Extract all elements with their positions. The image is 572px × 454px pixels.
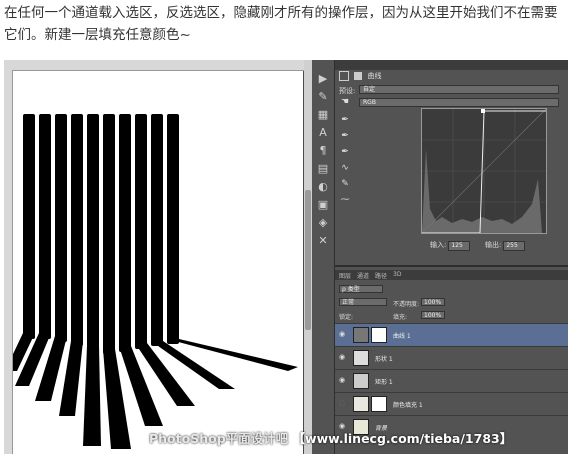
grid-icon[interactable]: ▦ (316, 108, 330, 122)
layer-row-shape[interactable]: ◉ 形状 1 (335, 346, 568, 369)
smooth-icon[interactable]: ⁓ (340, 195, 350, 205)
scrollbar-thumb[interactable] (305, 190, 311, 330)
properties-tab-bar (335, 60, 568, 70)
opacity-label: 不透明度: (393, 301, 420, 308)
eye-icon[interactable]: ◉ (339, 330, 347, 338)
kind-filter[interactable]: ρ 类型 (339, 285, 383, 293)
layers-tab-bar: 图层 通道 路径 3D (335, 270, 568, 280)
opacity-field[interactable]: 100% (421, 298, 445, 306)
layer-row-rectangle[interactable]: ◉ 矩形 1 (335, 369, 568, 392)
curve-point-icon[interactable]: ∿ (340, 163, 350, 173)
eyedropper-gray-icon[interactable]: ✒ (340, 131, 350, 141)
stripe-artwork (13, 114, 298, 449)
layers-panel: 图层 通道 路径 3D ρ 类型 正常 不透明度: 100% 锁定: 填充: 1… (335, 265, 568, 454)
style-icon[interactable]: ◈ (316, 216, 330, 230)
document-canvas[interactable] (13, 71, 303, 454)
eye-hidden-icon[interactable]: ◌ (339, 399, 347, 407)
text-icon[interactable]: A (316, 126, 330, 140)
shape-thumbnail (353, 350, 369, 366)
tab-paths[interactable]: 路径 (375, 271, 387, 280)
preset-label: 预设: (339, 87, 356, 95)
adjust-icon[interactable]: ◐ (316, 180, 330, 194)
rectangle-thumbnail (353, 373, 369, 389)
tools-icon[interactable]: ✕ (316, 234, 330, 248)
fill-thumbnail (353, 396, 369, 412)
watermark-site: PhotoShop平面设计吧 (149, 431, 289, 446)
panel-tool-strip: ▶ ✎ ▦ A ¶ ▤ ◐ ▣ ◈ ✕ (312, 60, 335, 454)
input-field[interactable]: 125 (448, 241, 471, 251)
canvas-scrollbar[interactable] (304, 60, 312, 454)
properties-panel: 曲线 预设: 自定 ☚ RGB ✒ ✒ ✒ ∿ ✎ ⁓ 输入: 125 输出: … (335, 60, 568, 265)
watermark: PhotoShop平面设计吧 【www.linecg.com/tieba/178… (149, 428, 512, 447)
tab-3d[interactable]: 3D (393, 271, 401, 278)
layer-row-curves[interactable]: ◉ 曲线 1 (335, 323, 568, 346)
curves-graph[interactable] (421, 108, 547, 234)
tab-channels[interactable]: 通道 (357, 271, 369, 280)
fill-field[interactable]: 100% (421, 311, 445, 319)
layer-row-color-fill[interactable]: ◌ 颜色填充 1 (335, 392, 568, 415)
curves-plot (421, 108, 547, 234)
horizontal-ruler (4, 60, 304, 71)
blend-mode-select[interactable]: 正常 (339, 298, 387, 306)
preset-select[interactable]: 自定 (359, 85, 559, 94)
swatch-icon[interactable]: ▣ (316, 198, 330, 212)
eyedropper-white-icon[interactable]: ✒ (340, 147, 350, 157)
caption-text: 在任何一个通道载入选区，反选选区，隐藏刚才所有的操作层，因为从这里开始我们不在需… (4, 5, 558, 43)
play-icon[interactable]: ▶ (316, 72, 330, 86)
brush-icon[interactable]: ✎ (316, 90, 330, 104)
fill-label: 填充: (393, 314, 408, 321)
mask-thumbnail (371, 327, 387, 343)
mask-thumbnail (371, 396, 387, 412)
mask-icon (354, 72, 363, 80)
output-row: 输出: 255 (485, 240, 526, 251)
vertical-ruler (4, 70, 13, 454)
tab-layers[interactable]: 图层 (339, 271, 351, 280)
watermark-url: 【www.linecg.com/tieba/1783】 (292, 431, 513, 446)
channel-select[interactable]: RGB (359, 98, 559, 107)
properties-title: 曲线 (339, 71, 381, 83)
photoshop-screenshot: ▶ ✎ ▦ A ¶ ▤ ◐ ▣ ◈ ✕ 曲线 预设: 自定 ☚ RGB ✒ ✒ … (4, 60, 568, 454)
pencil-icon[interactable]: ✎ (340, 179, 350, 189)
adjustment-thumbnail (353, 327, 369, 343)
input-row: 输入: 125 (430, 240, 471, 251)
eye-icon[interactable]: ◉ (339, 376, 347, 384)
hand-icon[interactable]: ☚ (340, 97, 350, 107)
paragraph-icon[interactable]: ¶ (316, 144, 330, 158)
eyedropper-black-icon[interactable]: ✒ (340, 115, 350, 125)
output-field[interactable]: 255 (503, 241, 526, 251)
curves-icon (339, 71, 349, 81)
lock-label: 锁定: (339, 314, 354, 321)
eye-icon[interactable]: ◉ (339, 353, 347, 361)
layers-icon[interactable]: ▤ (316, 162, 330, 176)
